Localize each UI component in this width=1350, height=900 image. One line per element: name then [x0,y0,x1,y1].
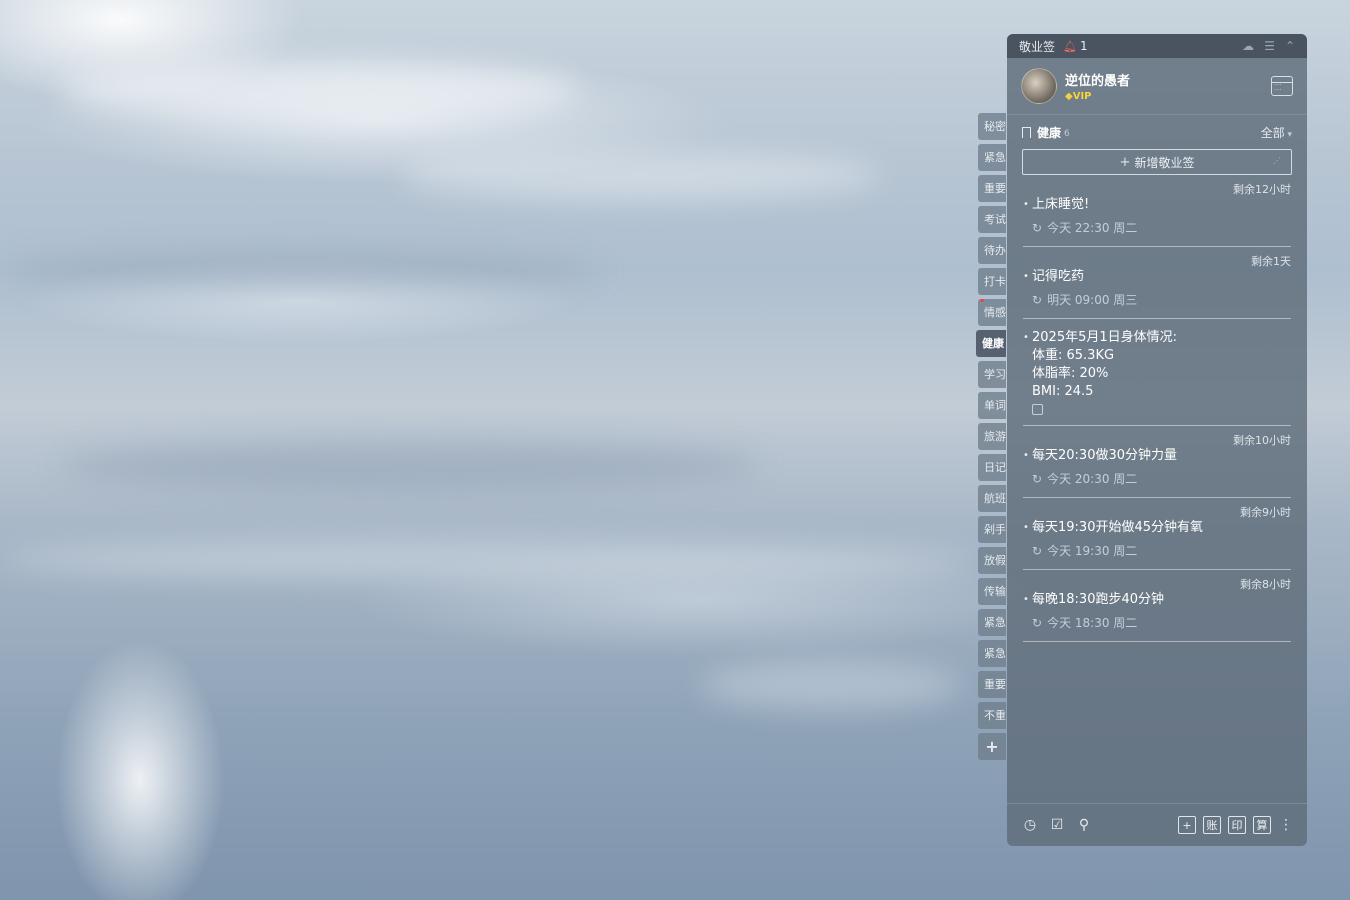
note-item[interactable]: 剩余8小时 • 每晚18:30跑步40分钟 ↻ 今天 18:30 周二 [1023,570,1291,642]
tag-item[interactable]: 日记 [978,454,1006,481]
background-cloud [60,440,760,490]
bottom-toolbar: ◷ ☑ ⚲ + 账 印 算 ⋮ [1007,803,1307,846]
repeat-icon: ↻ [1032,543,1043,558]
title-bar[interactable]: 敬业签 🔔︎ 1 ☁ ☰ ⌃ [1007,34,1307,58]
new-note-button[interactable]: + 新增敬业签 ⋰ [1022,149,1292,175]
bell-icon[interactable]: 🔔︎ [1063,40,1077,53]
tag-item[interactable]: 学习 [978,361,1006,388]
cloud-icon[interactable]: ☁ [1242,39,1254,53]
bullet: • [1023,450,1029,461]
tag-item[interactable]: 紧急 [978,609,1006,636]
note-text: 每天20:30做30分钟力量 [1032,448,1178,463]
diamond-icon: ◆ [1065,91,1073,102]
vip-badge[interactable]: ◆VIP [1065,91,1130,102]
bullet: • [1023,594,1029,605]
note-item[interactable]: • 2025年5月1日身体情况: 体重: 65.3KG 体脂率: 20% BMI:… [1023,319,1291,426]
note-text: 每晚18:30跑步40分钟 [1032,592,1165,607]
remaining-time: 剩余1天 [1251,255,1291,268]
note-text: 2025年5月1日身体情况: 体重: 65.3KG 体脂率: 20% BMI: … [1032,330,1178,399]
app-name: 敬业签 [1019,39,1056,54]
note-time: 今天 19:30 周二 [1047,544,1138,558]
tag-label: 情感 [984,306,1006,319]
note-panel: 敬业签 🔔︎ 1 ☁ ☰ ⌃ 逆位的愚者 ◆VIP 健康 6 全部 + 新增敬业… [1007,34,1307,846]
note-text: 上床睡觉! [1032,197,1090,212]
unread-dot [980,299,984,302]
notify-count: 1 [1079,39,1088,53]
tag-item[interactable]: 秘密 [978,113,1006,140]
tag-item[interactable]: 重要 [978,175,1006,202]
background-cloud [0,250,600,290]
tag-item-active[interactable]: 健康 [976,330,1006,357]
resize-grip-icon: ⋰ [1273,156,1281,165]
note-item[interactable]: 剩余12小时 • 上床睡觉! ↻ 今天 22:30 周二 [1023,175,1291,247]
add-tag-button[interactable]: + [978,733,1006,760]
clock-icon[interactable]: ◷ [1021,816,1039,834]
background-cloud [700,660,960,710]
new-note-label: 新增敬业签 [1134,155,1195,170]
category-header: 健康 6 全部 [1007,124,1307,141]
tag-item[interactable]: 传输 [978,578,1006,605]
note-list: 剩余12小时 • 上床睡觉! ↻ 今天 22:30 周二 剩余1天 • 记得吃药 ↻ 明… [1007,175,1307,642]
bullet: • [1023,522,1029,533]
calendar-icon[interactable] [1271,76,1293,96]
tag-rail: 秘密 紧急 重要 考试 待办 打卡 情感 健康 学习 单词 旅游 日记 航班 剁… [976,113,1008,764]
menu-icon[interactable]: ☰ [1264,39,1275,53]
remaining-time [1023,319,1291,329]
username: 逆位的愚者 [1065,74,1131,89]
repeat-icon: ↻ [1032,615,1043,630]
note-text: 每天19:30开始做45分钟有氧 [1032,520,1204,535]
tag-item[interactable]: 紧急 [978,144,1006,171]
remaining-time: 剩余12小时 [1233,183,1291,196]
image-attachment-icon[interactable] [1032,404,1043,415]
note-item[interactable]: 剩余1天 • 记得吃药 ↻ 明天 09:00 周三 [1023,247,1291,319]
background-cloud [60,60,580,120]
tag-item[interactable]: 剁手 [978,516,1006,543]
category-title: 健康 [1037,126,1062,140]
remaining-time: 剩余10小时 [1233,434,1291,447]
note-text: 记得吃药 [1032,269,1085,284]
print-button[interactable]: 印 [1228,816,1246,834]
tag-item[interactable]: 重要 [978,671,1006,698]
bullet: • [1023,271,1029,282]
calculator-button[interactable]: 算 [1253,816,1271,834]
repeat-icon: ↻ [1032,220,1043,235]
bullet: • [1023,332,1029,343]
repeat-icon: ↻ [1032,471,1043,486]
tag-item[interactable]: 情感 [978,299,1006,326]
background-cloud [400,150,880,200]
search-icon[interactable]: ⚲ [1075,816,1093,834]
note-time: 今天 20:30 周二 [1047,472,1138,486]
remaining-time: 剩余8小时 [1240,578,1291,591]
note-item[interactable]: 剩余10小时 • 每天20:30做30分钟力量 ↻ 今天 20:30 周二 [1023,426,1291,498]
add-button[interactable]: + [1178,816,1196,834]
tag-item[interactable]: 单词 [978,392,1006,419]
note-time: 明天 09:00 周三 [1047,293,1138,307]
plus-icon: + [1119,154,1131,170]
tag-item[interactable]: 航班 [978,485,1006,512]
profile-header: 逆位的愚者 ◆VIP [1007,58,1307,115]
background-cloud [0,540,980,580]
note-item[interactable]: 剩余9小时 • 每天19:30开始做45分钟有氧 ↻ 今天 19:30 周二 [1023,498,1291,570]
tag-item[interactable]: 旅游 [978,423,1006,450]
tag-item[interactable]: 放假 [978,547,1006,574]
tag-item[interactable]: 不重 [978,702,1006,729]
note-time: 今天 18:30 周二 [1047,616,1138,630]
bullet: • [1023,199,1029,210]
more-icon[interactable]: ⋮ [1279,818,1293,832]
calendar-check-icon[interactable]: ☑ [1048,816,1066,834]
repeat-icon: ↻ [1032,292,1043,307]
avatar[interactable] [1021,68,1057,104]
category-count: 6 [1064,129,1070,139]
vip-label: VIP [1072,91,1092,102]
tag-item[interactable]: 考试 [978,206,1006,233]
tag-item[interactable]: 紧急 [978,640,1006,667]
note-time: 今天 22:30 周二 [1047,221,1138,235]
tag-item[interactable]: 待办 [978,237,1006,264]
tag-item[interactable]: 打卡 [978,268,1006,295]
filter-dropdown[interactable]: 全部 [1261,124,1292,141]
ledger-button[interactable]: 账 [1203,816,1221,834]
bookmark-icon [1022,127,1031,138]
remaining-time: 剩余9小时 [1240,506,1291,519]
collapse-icon[interactable]: ⌃ [1285,39,1295,53]
